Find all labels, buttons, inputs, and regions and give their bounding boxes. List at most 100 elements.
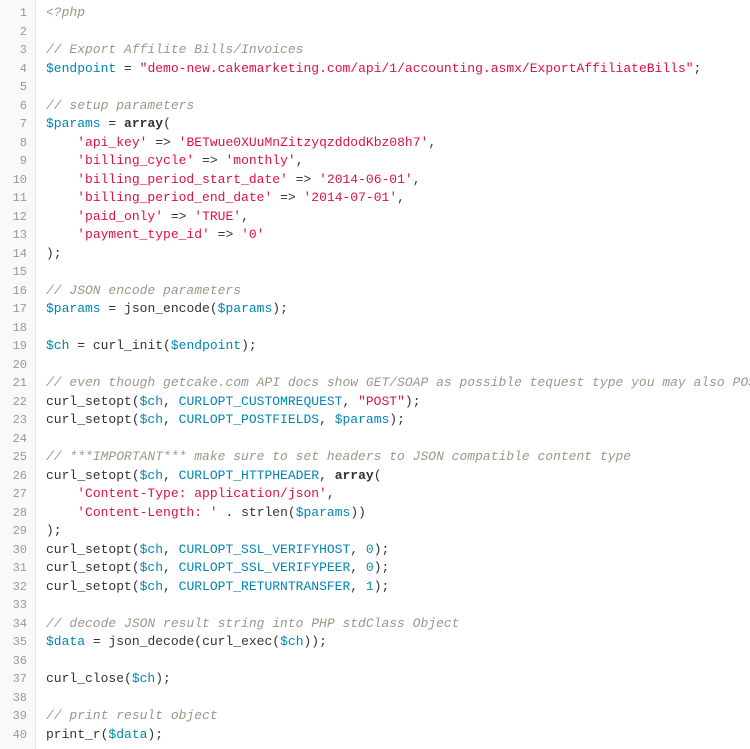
code-line: curl_close($ch); xyxy=(46,670,750,689)
code-token: '2014-07-01' xyxy=(304,190,398,205)
code-token: 1 xyxy=(366,579,374,594)
code-token xyxy=(46,227,77,242)
code-token: $ch xyxy=(140,412,163,427)
code-line xyxy=(46,78,750,97)
code-token: json_encode( xyxy=(124,301,218,316)
code-token: array xyxy=(335,468,374,483)
code-line xyxy=(46,23,750,42)
code-token: ); xyxy=(389,412,405,427)
code-line xyxy=(46,689,750,708)
line-number: 23 xyxy=(0,411,35,430)
code-token: CURLOPT_HTTPHEADER xyxy=(179,468,319,483)
code-line: 'Content-Length: ' . strlen($params)) xyxy=(46,504,750,523)
line-number: 6 xyxy=(0,97,35,116)
code-token: $endpoint xyxy=(46,61,116,76)
code-token: "POST" xyxy=(358,394,405,409)
line-number: 11 xyxy=(0,189,35,208)
line-number: 1 xyxy=(0,4,35,23)
line-number: 4 xyxy=(0,60,35,79)
code-token: // print result object xyxy=(46,708,218,723)
code-token: <?php xyxy=(46,5,85,20)
code-token: strlen( xyxy=(241,505,296,520)
code-token xyxy=(288,172,296,187)
code-token: => xyxy=(296,172,312,187)
code-token: = xyxy=(77,338,85,353)
code-token: ); xyxy=(46,246,62,261)
line-number: 7 xyxy=(0,115,35,134)
code-line: $params = array( xyxy=(46,115,750,134)
code-token xyxy=(296,190,304,205)
code-token xyxy=(46,172,77,187)
code-token: => xyxy=(171,209,187,224)
code-token: // ***IMPORTANT*** make sure to set head… xyxy=(46,449,631,464)
line-number: 26 xyxy=(0,467,35,486)
line-number: 22 xyxy=(0,393,35,412)
code-line xyxy=(46,430,750,449)
code-token: )) xyxy=(350,505,366,520)
line-number: 14 xyxy=(0,245,35,264)
code-token: $data xyxy=(46,634,85,649)
line-number: 37 xyxy=(0,670,35,689)
code-token: curl_setopt( xyxy=(46,560,140,575)
code-token: // JSON encode parameters xyxy=(46,283,241,298)
code-token xyxy=(116,301,124,316)
code-line: 'billing_period_start_date' => '2014-06-… xyxy=(46,171,750,190)
code-line: curl_setopt($ch, CURLOPT_SSL_VERIFYHOST,… xyxy=(46,541,750,560)
line-number: 34 xyxy=(0,615,35,634)
code-token: => xyxy=(202,153,218,168)
code-token: // setup parameters xyxy=(46,98,194,113)
code-token: => xyxy=(218,227,234,242)
code-token: CURLOPT_SSL_VERIFYPEER xyxy=(179,560,351,575)
code-token: 'billing_period_start_date' xyxy=(77,172,288,187)
code-token: => xyxy=(155,135,171,150)
code-token xyxy=(233,227,241,242)
line-number: 17 xyxy=(0,300,35,319)
code-token: $ch xyxy=(140,394,163,409)
line-number: 8 xyxy=(0,134,35,153)
code-token: 0 xyxy=(366,542,374,557)
code-token: '2014-06-01' xyxy=(319,172,413,187)
code-token: $ch xyxy=(132,671,155,686)
code-token: , xyxy=(241,209,249,224)
line-number: 38 xyxy=(0,689,35,708)
line-number: 12 xyxy=(0,208,35,227)
code-token xyxy=(85,338,93,353)
code-token: , xyxy=(163,412,179,427)
code-token: , xyxy=(296,153,304,168)
code-token: , xyxy=(163,579,179,594)
code-line: // ***IMPORTANT*** make sure to set head… xyxy=(46,448,750,467)
code-token xyxy=(46,209,77,224)
code-token: '0' xyxy=(241,227,264,242)
line-number: 27 xyxy=(0,485,35,504)
code-line: $params = json_encode($params); xyxy=(46,300,750,319)
code-token: 'billing_cycle' xyxy=(77,153,194,168)
code-token: , xyxy=(327,486,335,501)
code-token: ( xyxy=(374,468,382,483)
code-token: , xyxy=(350,542,366,557)
line-number: 20 xyxy=(0,356,35,375)
line-number: 36 xyxy=(0,652,35,671)
code-token: CURLOPT_POSTFIELDS xyxy=(179,412,319,427)
code-token xyxy=(272,190,280,205)
code-content[interactable]: <?php // Export Affilite Bills/Invoices$… xyxy=(36,0,750,749)
line-number: 30 xyxy=(0,541,35,560)
code-token: 'paid_only' xyxy=(77,209,163,224)
code-line: curl_setopt($ch, CURLOPT_RETURNTRANSFER,… xyxy=(46,578,750,597)
line-number: 16 xyxy=(0,282,35,301)
code-token xyxy=(46,153,77,168)
line-number: 28 xyxy=(0,504,35,523)
code-token: , xyxy=(350,579,366,594)
code-line: 'billing_period_end_date' => '2014-07-01… xyxy=(46,189,750,208)
code-token: curl_init( xyxy=(93,338,171,353)
code-token: curl_setopt( xyxy=(46,542,140,557)
line-number: 35 xyxy=(0,633,35,652)
code-token: ); xyxy=(374,560,390,575)
code-token: ); xyxy=(241,338,257,353)
code-line: <?php xyxy=(46,4,750,23)
code-line: // decode JSON result string into PHP st… xyxy=(46,615,750,634)
code-token: CURLOPT_SSL_VERIFYHOST xyxy=(179,542,351,557)
code-token: // decode JSON result string into PHP st… xyxy=(46,616,459,631)
code-token: , xyxy=(163,468,179,483)
code-token: $params xyxy=(335,412,390,427)
code-line: curl_setopt($ch, CURLOPT_POSTFIELDS, $pa… xyxy=(46,411,750,430)
